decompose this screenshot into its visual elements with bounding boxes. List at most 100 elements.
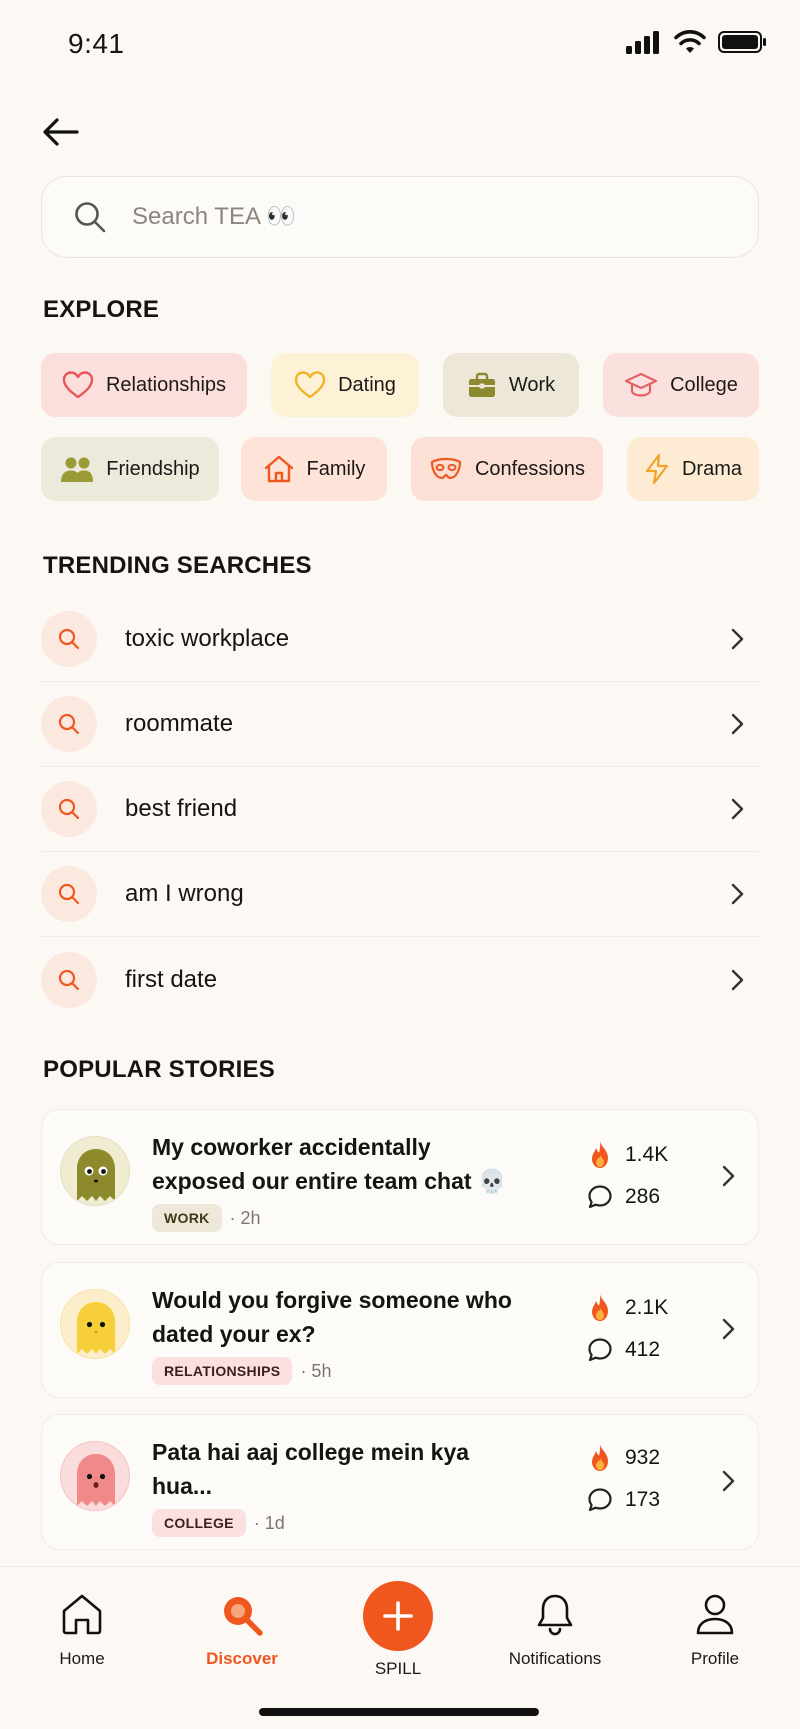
story-title: My coworker accidentally exposed our ent… [152,1134,507,1194]
search-icon [41,866,97,922]
nav-spill[interactable]: SPILL [328,1581,468,1679]
story-card[interactable]: My coworker accidentally exposed our ent… [41,1109,759,1245]
heart-outline-icon [294,371,326,399]
trending-heading: TRENDING SEARCHES [43,552,312,579]
category-label: College [670,373,738,396]
chevron-right-icon [720,1164,736,1188]
bell-icon [537,1594,573,1636]
story-age: · 2h [229,1207,261,1228]
nav-label: Notifications [508,1649,602,1668]
nav-label: SPILL [374,1659,422,1678]
story-title: Pata hai aaj college mein kya hua... [152,1439,470,1499]
search-icon [41,951,97,1008]
nav-label: Home [59,1649,105,1668]
chevron-right-icon [729,968,745,992]
story-card[interactable]: Would you forgive someone who dated your… [41,1262,759,1398]
category-chip-drama[interactable]: Drama [627,437,759,501]
trending-item[interactable]: roommate [41,682,759,767]
ghost-icon [77,1454,115,1506]
category-chip-confessions[interactable]: Confessions [411,437,603,501]
arrow-left-icon [43,118,79,146]
avatar [60,1441,130,1511]
trending-label: am I wrong [125,880,244,907]
story-title: Would you forgive someone who dated your… [152,1287,512,1347]
category-chip-dating[interactable]: Dating [271,353,419,417]
trending-item[interactable]: first date [41,937,759,1022]
story-card[interactable]: Pata hai aaj college mein kya hua... COL… [41,1414,759,1550]
nav-home[interactable]: Home [12,1591,152,1669]
category-label: Relationships [105,373,227,396]
chevron-right-icon [720,1469,736,1493]
spill-button[interactable] [363,1581,433,1651]
trending-label: best friend [125,795,238,822]
story-age: · 5h [300,1360,332,1381]
comment-icon [588,1488,612,1512]
fire-icon [592,1294,608,1321]
category-chip-work[interactable]: Work [443,353,579,417]
search-icon [41,696,97,752]
category-label: Family [306,457,366,480]
cellular-signal-icon [626,31,659,54]
comments-count: 286 [625,1185,661,1208]
category-chip-relationships[interactable]: Relationships [41,353,247,417]
category-chip-family[interactable]: Family [241,437,387,501]
house-icon [264,455,293,483]
trending-item[interactable]: best friend [41,767,759,852]
comments-stat: 173 [587,1487,660,1513]
bottom-nav: Home Discover SPILL Notifications Profil… [0,1566,800,1729]
category-tag: WORK [152,1204,222,1232]
search-input[interactable] [132,203,692,231]
comment-icon [588,1185,612,1209]
comments-count: 412 [625,1338,661,1361]
lightning-icon [645,453,669,485]
chevron-right-icon [720,1317,736,1341]
people-icon [61,457,94,482]
trending-label: toxic workplace [125,625,290,652]
fire-icon [592,1444,608,1471]
nav-profile[interactable]: Profile [645,1591,785,1669]
heart-icon [62,371,94,399]
discover-icon [224,1597,263,1636]
chevron-right-icon [729,882,745,906]
status-icons [626,30,768,54]
avatar [60,1289,130,1359]
fire-icon [592,1141,608,1168]
graduation-cap-icon [624,372,658,397]
battery-icon [718,31,766,53]
search-icon [41,611,97,667]
nav-discover[interactable]: Discover [172,1591,312,1669]
category-label: Friendship [106,457,200,480]
search-bar[interactable] [41,176,759,258]
category-label: Confessions [474,457,586,480]
chevron-right-icon [729,797,745,821]
category-tag: RELATIONSHIPS [152,1357,293,1385]
nav-notifications[interactable]: Notifications [485,1591,625,1669]
likes-count: 2.1K [625,1296,669,1319]
avatar [60,1136,130,1206]
nav-label: Profile [690,1649,740,1668]
chevron-right-icon [729,712,745,736]
trending-label: first date [125,965,218,993]
ghost-icon [77,1149,115,1201]
trending-item[interactable]: am I wrong [41,852,759,937]
plus-icon [383,1601,413,1631]
category-chip-friendship[interactable]: Friendship [41,437,219,501]
likes-stat: 1.4K [587,1140,668,1170]
comments-count: 173 [625,1488,661,1511]
briefcase-icon [468,372,495,397]
trending-item[interactable]: toxic workplace [41,597,759,682]
mask-icon [430,457,462,480]
story-age: · 1d [253,1512,285,1533]
category-chip-college[interactable]: College [603,353,759,417]
search-icon [41,781,97,837]
likes-count: 1.4K [625,1143,669,1166]
likes-stat: 2.1K [587,1293,668,1323]
person-icon [696,1594,734,1635]
ghost-icon [77,1302,115,1354]
chevron-right-icon [729,627,745,651]
category-tag: COLLEGE [152,1509,246,1537]
back-button[interactable] [38,112,84,152]
explore-heading: EXPLORE [43,296,160,323]
comments-stat: 286 [587,1184,660,1210]
status-bar: 9:41 [0,0,800,90]
